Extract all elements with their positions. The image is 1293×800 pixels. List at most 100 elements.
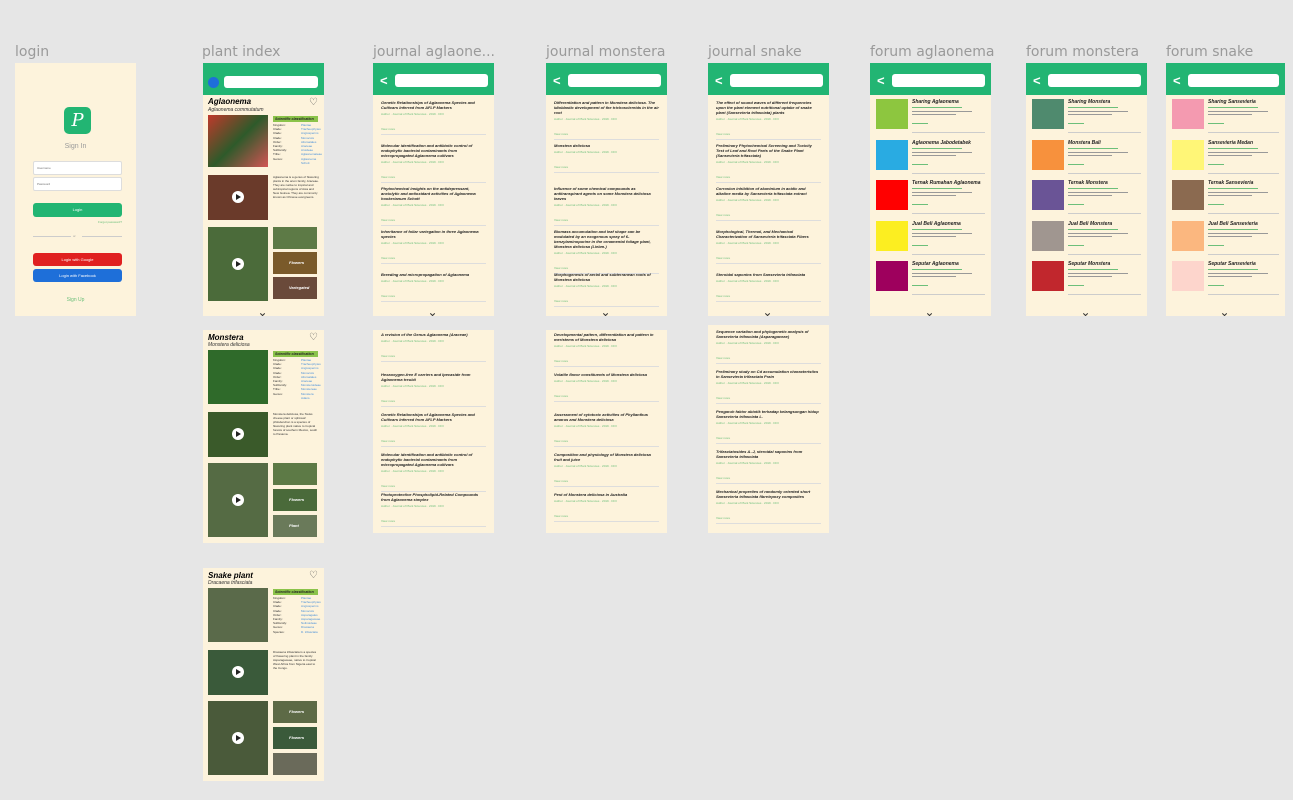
- forum-item[interactable]: Aglaonema Jabodetabek: [876, 139, 985, 176]
- chevron-down-icon[interactable]: ⌄: [1220, 305, 1230, 316]
- journal-more-link[interactable]: View more: [554, 132, 659, 136]
- journal-title[interactable]: Monstera deliciosa: [554, 143, 659, 148]
- forum-item[interactable]: Sharing Sansevieria: [1172, 99, 1279, 135]
- forum-title[interactable]: Aglaonema Jabodetabek: [912, 140, 971, 146]
- journal-item[interactable]: Trifasciatosides A–J, steroidal saponins…: [716, 449, 821, 484]
- play-icon[interactable]: [232, 428, 244, 440]
- journal-title[interactable]: Preliminary Phytochemical Screening and …: [716, 143, 821, 158]
- journal-title[interactable]: Pengaruh faktor abiotik terhadap kelangs…: [716, 409, 821, 419]
- play-icon[interactable]: [232, 191, 244, 203]
- gallery-image-3[interactable]: Variegated: [273, 277, 317, 299]
- forum-title[interactable]: Seputar Aglaonema: [912, 261, 959, 267]
- back-icon[interactable]: <: [715, 73, 723, 88]
- chevron-down-icon[interactable]: ⌄: [763, 305, 773, 316]
- forum-item[interactable]: Ternak Monstera: [1032, 180, 1141, 216]
- forgot-password-link[interactable]: Forgot password?: [98, 220, 122, 224]
- search-input[interactable]: [1048, 74, 1141, 87]
- journal-item[interactable]: Breeding and micropropagation of Aglaone…: [381, 272, 486, 302]
- journal-more-link[interactable]: View more: [554, 439, 659, 443]
- journal-title[interactable]: Volatile flavor constituents of Monstera…: [554, 372, 659, 377]
- journal-item[interactable]: Monstera deliciosa Author · Journal of Pl…: [554, 143, 659, 173]
- journal-item[interactable]: Morphogenesis of aerial and subterranean…: [554, 272, 659, 307]
- classification-value[interactable]: Adans.: [301, 396, 310, 400]
- forum-title[interactable]: Sharing Aglaonema: [912, 99, 959, 105]
- gallery-image-2[interactable]: Flowers: [273, 252, 317, 274]
- journal-title[interactable]: Molecular identification and antibiotic …: [381, 452, 486, 467]
- back-icon[interactable]: <: [380, 73, 388, 88]
- journal-item[interactable]: Preliminary study on Cd accumulation cha…: [716, 369, 821, 404]
- forum-item[interactable]: Jual Beli Monstera: [1032, 220, 1141, 257]
- heart-icon[interactable]: ♡: [309, 570, 318, 581]
- journal-more-link[interactable]: View more: [716, 132, 821, 136]
- forum-item[interactable]: Monstera Bali: [1032, 139, 1141, 176]
- forum-item[interactable]: Ternak Rumahan Aglaonema: [876, 180, 985, 216]
- journal-title[interactable]: Mechanical properties of randomly orient…: [716, 489, 821, 499]
- chevron-down-icon[interactable]: ⌄: [925, 305, 935, 316]
- journal-more-link[interactable]: View more: [381, 399, 486, 403]
- search-input[interactable]: [892, 74, 985, 87]
- journal-more-link[interactable]: View more: [554, 514, 659, 518]
- journal-title[interactable]: Steroidal saponins from Sansevieria trif…: [716, 272, 821, 277]
- journal-item[interactable]: Hexaoxygen-free E carriers and Ipecaside…: [381, 372, 486, 407]
- chevron-down-icon[interactable]: ⌄: [428, 305, 438, 316]
- journal-title[interactable]: Preliminary study on Cd accumulation cha…: [716, 369, 821, 379]
- journal-title[interactable]: Genetic Relationships of Aglaonema Speci…: [381, 100, 486, 110]
- journal-title[interactable]: Genetic Relationships of Aglaonema Speci…: [381, 412, 486, 422]
- forum-item[interactable]: Sharing Aglaonema: [876, 99, 985, 135]
- journal-item[interactable]: Morphological, Thermal, and Mechanical C…: [716, 229, 821, 264]
- journal-item[interactable]: Genetic Relationships of Aglaonema Speci…: [381, 412, 486, 447]
- journal-more-link[interactable]: View more: [381, 218, 486, 222]
- journal-more-link[interactable]: View more: [716, 396, 821, 400]
- journal-title[interactable]: Inheritance of foliar variegation in thr…: [381, 229, 486, 239]
- journal-item[interactable]: Molecular identification and antibiotic …: [381, 452, 486, 492]
- forum-title[interactable]: Jual Beli Aglaonema: [912, 221, 961, 227]
- gallery-image-3[interactable]: [273, 753, 317, 775]
- journal-more-link[interactable]: View more: [381, 294, 486, 298]
- journal-item[interactable]: Corrosion inhibition of aluminium in aci…: [716, 186, 821, 221]
- journal-item[interactable]: Phytochemical insights on the antidepres…: [381, 186, 486, 226]
- journal-more-link[interactable]: View more: [381, 519, 486, 523]
- video-thumbnail-1[interactable]: [208, 650, 268, 695]
- journal-more-link[interactable]: View more: [381, 484, 486, 488]
- journal-title[interactable]: The effect of sound waves of different f…: [716, 100, 821, 115]
- journal-item[interactable]: The effect of sound waves of different f…: [716, 100, 821, 140]
- journal-title[interactable]: Trifasciatosides A–J, steroidal saponins…: [716, 449, 821, 459]
- journal-more-link[interactable]: View more: [554, 394, 659, 398]
- search-input[interactable]: [224, 76, 318, 88]
- forum-title[interactable]: Ternak Monstera: [1068, 180, 1108, 186]
- journal-more-link[interactable]: View more: [554, 359, 659, 363]
- journal-more-link[interactable]: View more: [554, 218, 659, 222]
- journal-item[interactable]: Volatile flavor constituents of Monstera…: [554, 372, 659, 402]
- video-thumbnail-2[interactable]: [208, 701, 268, 775]
- journal-title[interactable]: Photoprotective Phospholipid-Related Com…: [381, 492, 486, 502]
- search-input[interactable]: [1188, 74, 1279, 87]
- journal-item[interactable]: Mechanical properties of randomly orient…: [716, 489, 821, 524]
- journal-item[interactable]: Differentiation and pattern in Monstera …: [554, 100, 659, 140]
- journal-item[interactable]: Pest of Monstera deliciosa in Australia A…: [554, 492, 659, 522]
- journal-item[interactable]: Pengaruh faktor abiotik terhadap kelangs…: [716, 409, 821, 444]
- gallery-image-2[interactable]: Flowers: [273, 727, 317, 749]
- forum-item[interactable]: Sansevieria Medan: [1172, 139, 1279, 176]
- journal-title[interactable]: Corrosion inhibition of aluminium in aci…: [716, 186, 821, 196]
- journal-item[interactable]: Composition and physiology of Monstera d…: [554, 452, 659, 487]
- forum-item[interactable]: Sharing Monstera: [1032, 99, 1141, 135]
- password-input[interactable]: [33, 177, 122, 191]
- journal-more-link[interactable]: View more: [716, 213, 821, 217]
- search-input[interactable]: [730, 74, 823, 87]
- forum-title[interactable]: Ternak Sansevieria: [1208, 180, 1253, 186]
- username-input[interactable]: [33, 161, 122, 175]
- journal-more-link[interactable]: View more: [554, 479, 659, 483]
- plant-card-monstera[interactable]: Monstera Monstera deliciosa ♡ Scientific…: [203, 330, 324, 543]
- journal-more-link[interactable]: View more: [716, 175, 821, 179]
- journal-more-link[interactable]: View more: [716, 516, 821, 520]
- forum-title[interactable]: Jual Beli Sansevieria: [1208, 221, 1258, 227]
- back-icon[interactable]: <: [877, 73, 885, 88]
- heart-icon[interactable]: ♡: [309, 332, 318, 343]
- gallery-image-1[interactable]: Flowers: [273, 701, 317, 723]
- journal-title[interactable]: Morphological, Thermal, and Mechanical C…: [716, 229, 821, 239]
- forum-item[interactable]: Seputar Aglaonema: [876, 261, 985, 297]
- journal-title[interactable]: A revision of the Genus Aglaonema (Arace…: [381, 332, 486, 337]
- journal-more-link[interactable]: View more: [381, 354, 486, 358]
- gallery-image-2[interactable]: Flowers: [273, 489, 317, 511]
- search-input[interactable]: [568, 74, 661, 87]
